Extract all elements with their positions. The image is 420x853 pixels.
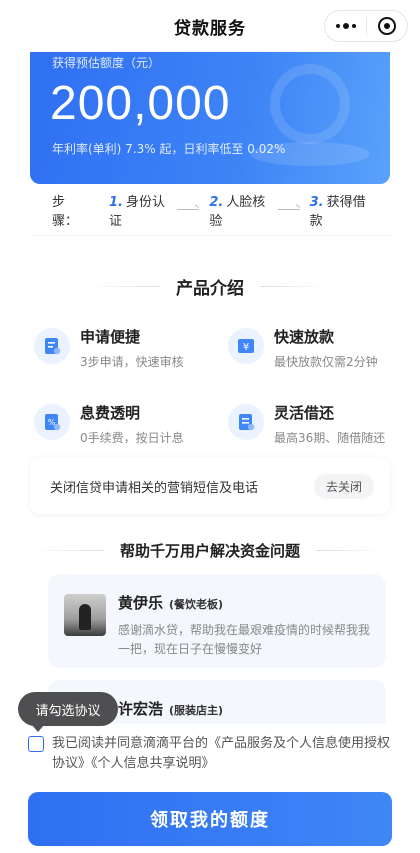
yen-icon: ¥ (228, 328, 264, 364)
feature-title: 申请便捷 (80, 328, 141, 346)
help-title: 帮助千万用户解决资金问题 (119, 541, 300, 560)
feature-title: 快速放款 (274, 328, 335, 346)
agreement-text: 我已阅读并同意滴滴平台的《产品服务及个人信息使用授权协议》《个人信息共享说明》 (52, 734, 398, 774)
help-heading: 帮助千万用户解决资金问题 (0, 538, 420, 562)
heading-divider (90, 285, 160, 287)
feature-title: 灵活借还 (274, 404, 335, 422)
step-3: 3. 获得借款 (309, 194, 366, 229)
claim-quota-button[interactable]: 领取我的额度 (28, 792, 392, 846)
percent-icon: % (34, 404, 70, 440)
testimonial-name: 黄伊乐 (118, 594, 164, 612)
steps-bar: 步骤： 1. 身份认证 2. 人脸核验 3. 获得借款 (30, 184, 390, 236)
arrow-right-icon (177, 209, 200, 210)
page-title: 贷款服务 (174, 18, 246, 39)
top-nav-bar: 贷款服务 (0, 0, 420, 52)
heading-divider (260, 285, 330, 287)
step-2: 2. 人脸核验 (209, 194, 266, 229)
more-icon[interactable] (336, 23, 357, 29)
quota-label: 获得预估额度（元） (52, 56, 161, 70)
agreement-row: 我已阅读并同意滴滴平台的《产品服务及个人信息使用授权协议》《个人信息共享说明》 (28, 734, 398, 774)
interest-rate-note: 年利率(单利) 7.3% 起，日利率低至 0.02% (52, 142, 286, 156)
feature-fast-loan: ¥ 快速放款 最快放款仅需2分钟 (228, 326, 408, 376)
testimonial-role: (服装店主) (169, 704, 224, 717)
agreement-prefix: 我已阅读并同意滴滴平台的 (52, 736, 209, 751)
feature-title: 息费透明 (80, 404, 141, 422)
testimonial-name: 许宏浩 (118, 700, 164, 718)
quota-amount: 200,000 (50, 77, 231, 130)
steps-label: 步骤： (52, 194, 79, 229)
testimonial-text: 感谢滴水贷，帮助我在最艰难疫情的时候帮我我一把，现在日子在慢慢变好 (118, 623, 371, 656)
go-close-button[interactable]: 去关闭 (313, 473, 374, 499)
feature-desc: 0手续费，按日计息 (80, 431, 184, 445)
close-miniprogram-icon[interactable] (377, 17, 396, 35)
quota-card: 获得预估额度（元） 200,000 年利率(单利) 7.3% 起，日利率低至 0… (30, 46, 390, 184)
product-intro-title: 产品介绍 (176, 278, 244, 299)
marketing-optout-text: 关闭信贷申请相关的营销短信及电话 (50, 480, 259, 496)
testimonial-card: 黄伊乐 (餐饮老板) 感谢滴水贷，帮助我在最艰难疫情的时候帮我我一把，现在日子在慢… (48, 574, 386, 668)
testimonial-role: (餐饮老板) (169, 598, 224, 611)
feature-desc: 3步申请，快速审核 (80, 355, 184, 369)
feature-transparent-fees: % 息费透明 0手续费，按日计息 (34, 402, 214, 452)
heading-divider (316, 549, 386, 551)
repay-icon (228, 404, 264, 440)
avatar (64, 594, 106, 636)
feature-flexible-repay: 灵活借还 最高36期、随借随还 (228, 402, 408, 452)
feature-desc: 最快放款仅需2分钟 (274, 355, 378, 369)
feature-desc: 最高36期、随借随还 (274, 431, 386, 445)
step-1: 1. 身份认证 (108, 194, 165, 229)
coin-decoration-icon (270, 64, 350, 144)
document-icon (34, 328, 70, 364)
bottom-action-bar: 我已阅读并同意滴滴平台的《产品服务及个人信息使用授权协议》《个人信息共享说明》 … (0, 724, 420, 853)
feature-apply-easy: 申请便捷 3步申请，快速审核 (34, 326, 214, 376)
heading-divider (33, 549, 104, 551)
agreement-checkbox[interactable] (28, 736, 44, 752)
product-intro-heading: 产品介绍 (0, 272, 420, 300)
privacy-sharing-link[interactable]: 《个人信息共享说明》 (91, 756, 215, 771)
arrow-right-icon (277, 209, 300, 210)
capsule-divider (366, 17, 368, 35)
agreement-tooltip: 请勾选协议 (18, 692, 118, 732)
svg-text:¥: ¥ (243, 342, 249, 353)
marketing-optout-row: 关闭信贷申请相关的营销短信及电话 去关闭 (30, 458, 390, 514)
mini-program-capsule (324, 10, 408, 42)
loan-service-page: 贷款服务 获得预估额度（元） 200,000 年利率(单利) 7.3% 起，日利… (0, 0, 420, 853)
